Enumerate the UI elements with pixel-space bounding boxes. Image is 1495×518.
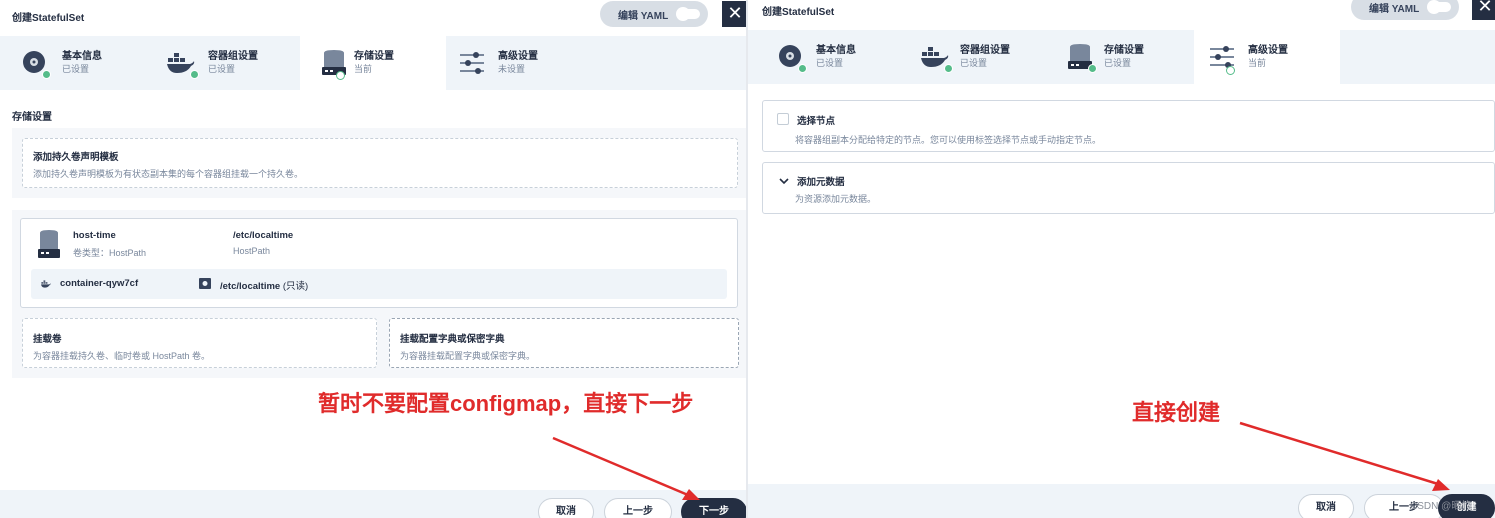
- right-panel: 创建StatefulSet 编辑 YAML ✕ 基本信息 已设置 容器组设置 已设置…: [748, 0, 1495, 518]
- red-arrow-icon: [552, 436, 700, 500]
- red-arrow-icon: [1239, 421, 1450, 491]
- left-panel: 创建StatefulSet 编辑 YAML ✕ 基本信息 已设置 容器组设置 已设置…: [0, 0, 746, 518]
